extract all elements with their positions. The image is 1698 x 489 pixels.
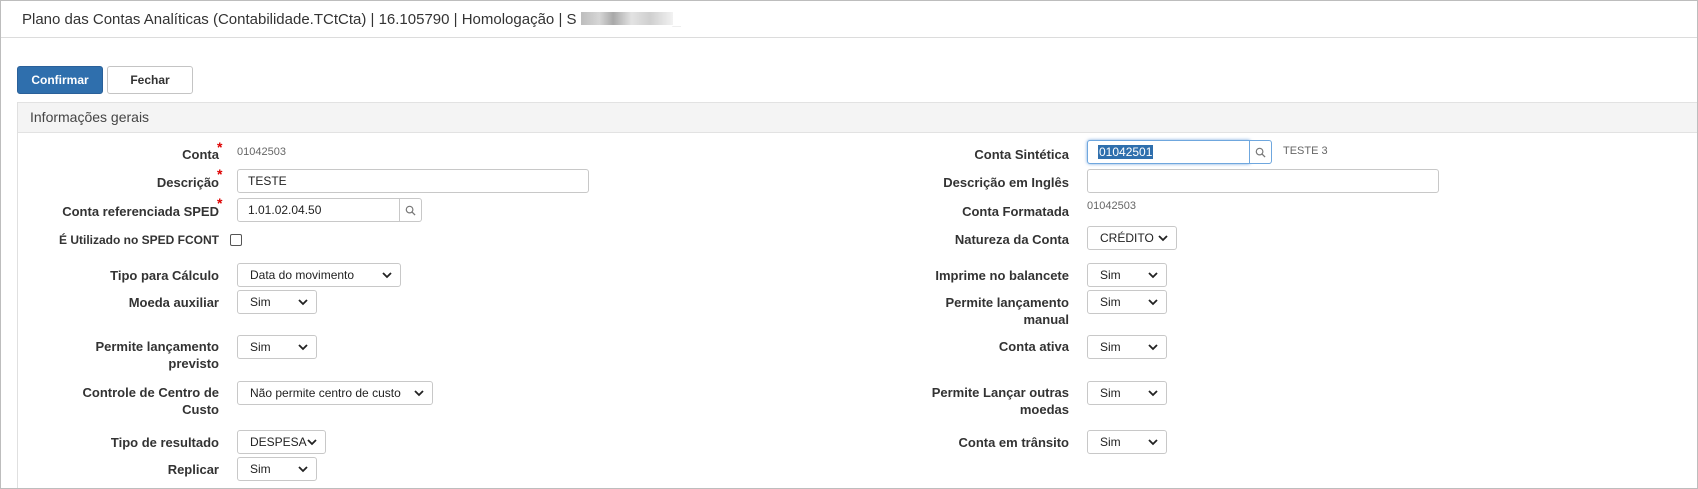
tipo-calculo-select[interactable]: Data do movimento <box>237 263 401 287</box>
chevron-down-icon <box>1148 299 1158 306</box>
sped-input[interactable] <box>237 198 400 222</box>
ativa-label: Conta ativa <box>998 339 1069 354</box>
sintetica-lookup: 01042501 <box>1087 140 1272 164</box>
confirm-button[interactable]: Confirmar <box>17 66 103 94</box>
lanc-manual-select[interactable]: Sim <box>1087 290 1167 314</box>
redacted-text <box>580 12 673 25</box>
natureza-label: Natureza da Conta <box>954 232 1069 247</box>
fcont-checkbox[interactable] <box>230 234 242 246</box>
required-mark: * <box>217 139 223 155</box>
chevron-down-icon <box>298 299 308 306</box>
lanc-manual-label: Permite lançamento manual <box>945 295 1069 327</box>
sped-label: Conta referenciada SPED <box>62 204 219 219</box>
chevron-down-icon <box>1148 439 1158 446</box>
chevron-down-icon <box>1148 390 1158 397</box>
chevron-down-icon <box>1148 272 1158 279</box>
chevron-down-icon <box>307 439 317 446</box>
tipo-resultado-select[interactable]: DESPESA <box>237 430 326 454</box>
panel-title: Informações gerais <box>30 109 150 125</box>
sintetica-search-button[interactable] <box>1250 140 1272 164</box>
balancete-select[interactable]: Sim <box>1087 263 1167 287</box>
window-title: Plano das Contas Analíticas (Contabilida… <box>22 11 681 28</box>
sintetica-description: TESTE 3 <box>1283 145 1328 157</box>
centro-custo-select[interactable]: Não permite centro de custo <box>237 381 433 405</box>
required-mark: * <box>217 166 223 182</box>
search-icon <box>405 205 416 216</box>
moeda-select[interactable]: Sim <box>237 290 317 314</box>
transito-select[interactable]: Sim <box>1087 430 1167 454</box>
general-info-panel: Informações gerais Conta * 01042503 Desc… <box>17 102 1697 488</box>
natureza-select[interactable]: CRÉDITO <box>1087 226 1177 250</box>
tipo-resultado-label: Tipo de resultado <box>110 435 219 450</box>
desc-ingles-input[interactable] <box>1087 169 1439 193</box>
sintetica-input[interactable]: 01042501 <box>1087 140 1250 164</box>
outras-moedas-select[interactable]: Sim <box>1087 381 1167 405</box>
lanc-previsto-label: Permite lançamento previsto <box>95 339 219 371</box>
search-icon <box>1255 147 1266 158</box>
conta-label: Conta <box>182 147 219 162</box>
chevron-down-icon <box>1148 344 1158 351</box>
ativa-select[interactable]: Sim <box>1087 335 1167 359</box>
sped-lookup <box>237 198 422 222</box>
replicar-select[interactable]: Sim <box>237 457 317 481</box>
conta-value: 01042503 <box>237 146 286 158</box>
moeda-label: Moeda auxiliar <box>128 295 219 310</box>
formatada-value: 01042503 <box>1087 200 1136 212</box>
formatada-label: Conta Formatada <box>962 204 1069 219</box>
close-button[interactable]: Fechar <box>107 66 193 94</box>
descricao-input[interactable] <box>237 169 589 193</box>
chevron-down-icon <box>298 466 308 473</box>
panel-header: Informações gerais <box>18 102 1697 133</box>
balancete-label: Imprime no balancete <box>935 268 1069 283</box>
fcont-label: É Utilizado no SPED FCONT <box>58 233 219 247</box>
lanc-previsto-select[interactable]: Sim <box>237 335 317 359</box>
chevron-down-icon <box>382 272 392 279</box>
centro-custo-label: Controle de Centro de Custo <box>82 385 219 417</box>
chevron-down-icon <box>298 344 308 351</box>
descricao-label: Descrição <box>156 175 219 190</box>
title-bar: Plano das Contas Analíticas (Contabilida… <box>1 1 1697 38</box>
sintetica-label: Conta Sintética <box>974 147 1069 162</box>
replicar-label: Replicar <box>167 462 219 477</box>
chevron-down-icon <box>1158 235 1168 242</box>
chevron-down-icon <box>414 390 424 397</box>
transito-label: Conta em trânsito <box>958 435 1069 450</box>
sped-search-button[interactable] <box>400 198 422 222</box>
outras-moedas-label: Permite Lançar outras moedas <box>931 385 1069 417</box>
desc-ingles-label: Descrição em Inglês <box>943 175 1069 190</box>
tipo-calculo-label: Tipo para Cálculo <box>110 268 219 283</box>
required-mark: * <box>217 195 223 211</box>
